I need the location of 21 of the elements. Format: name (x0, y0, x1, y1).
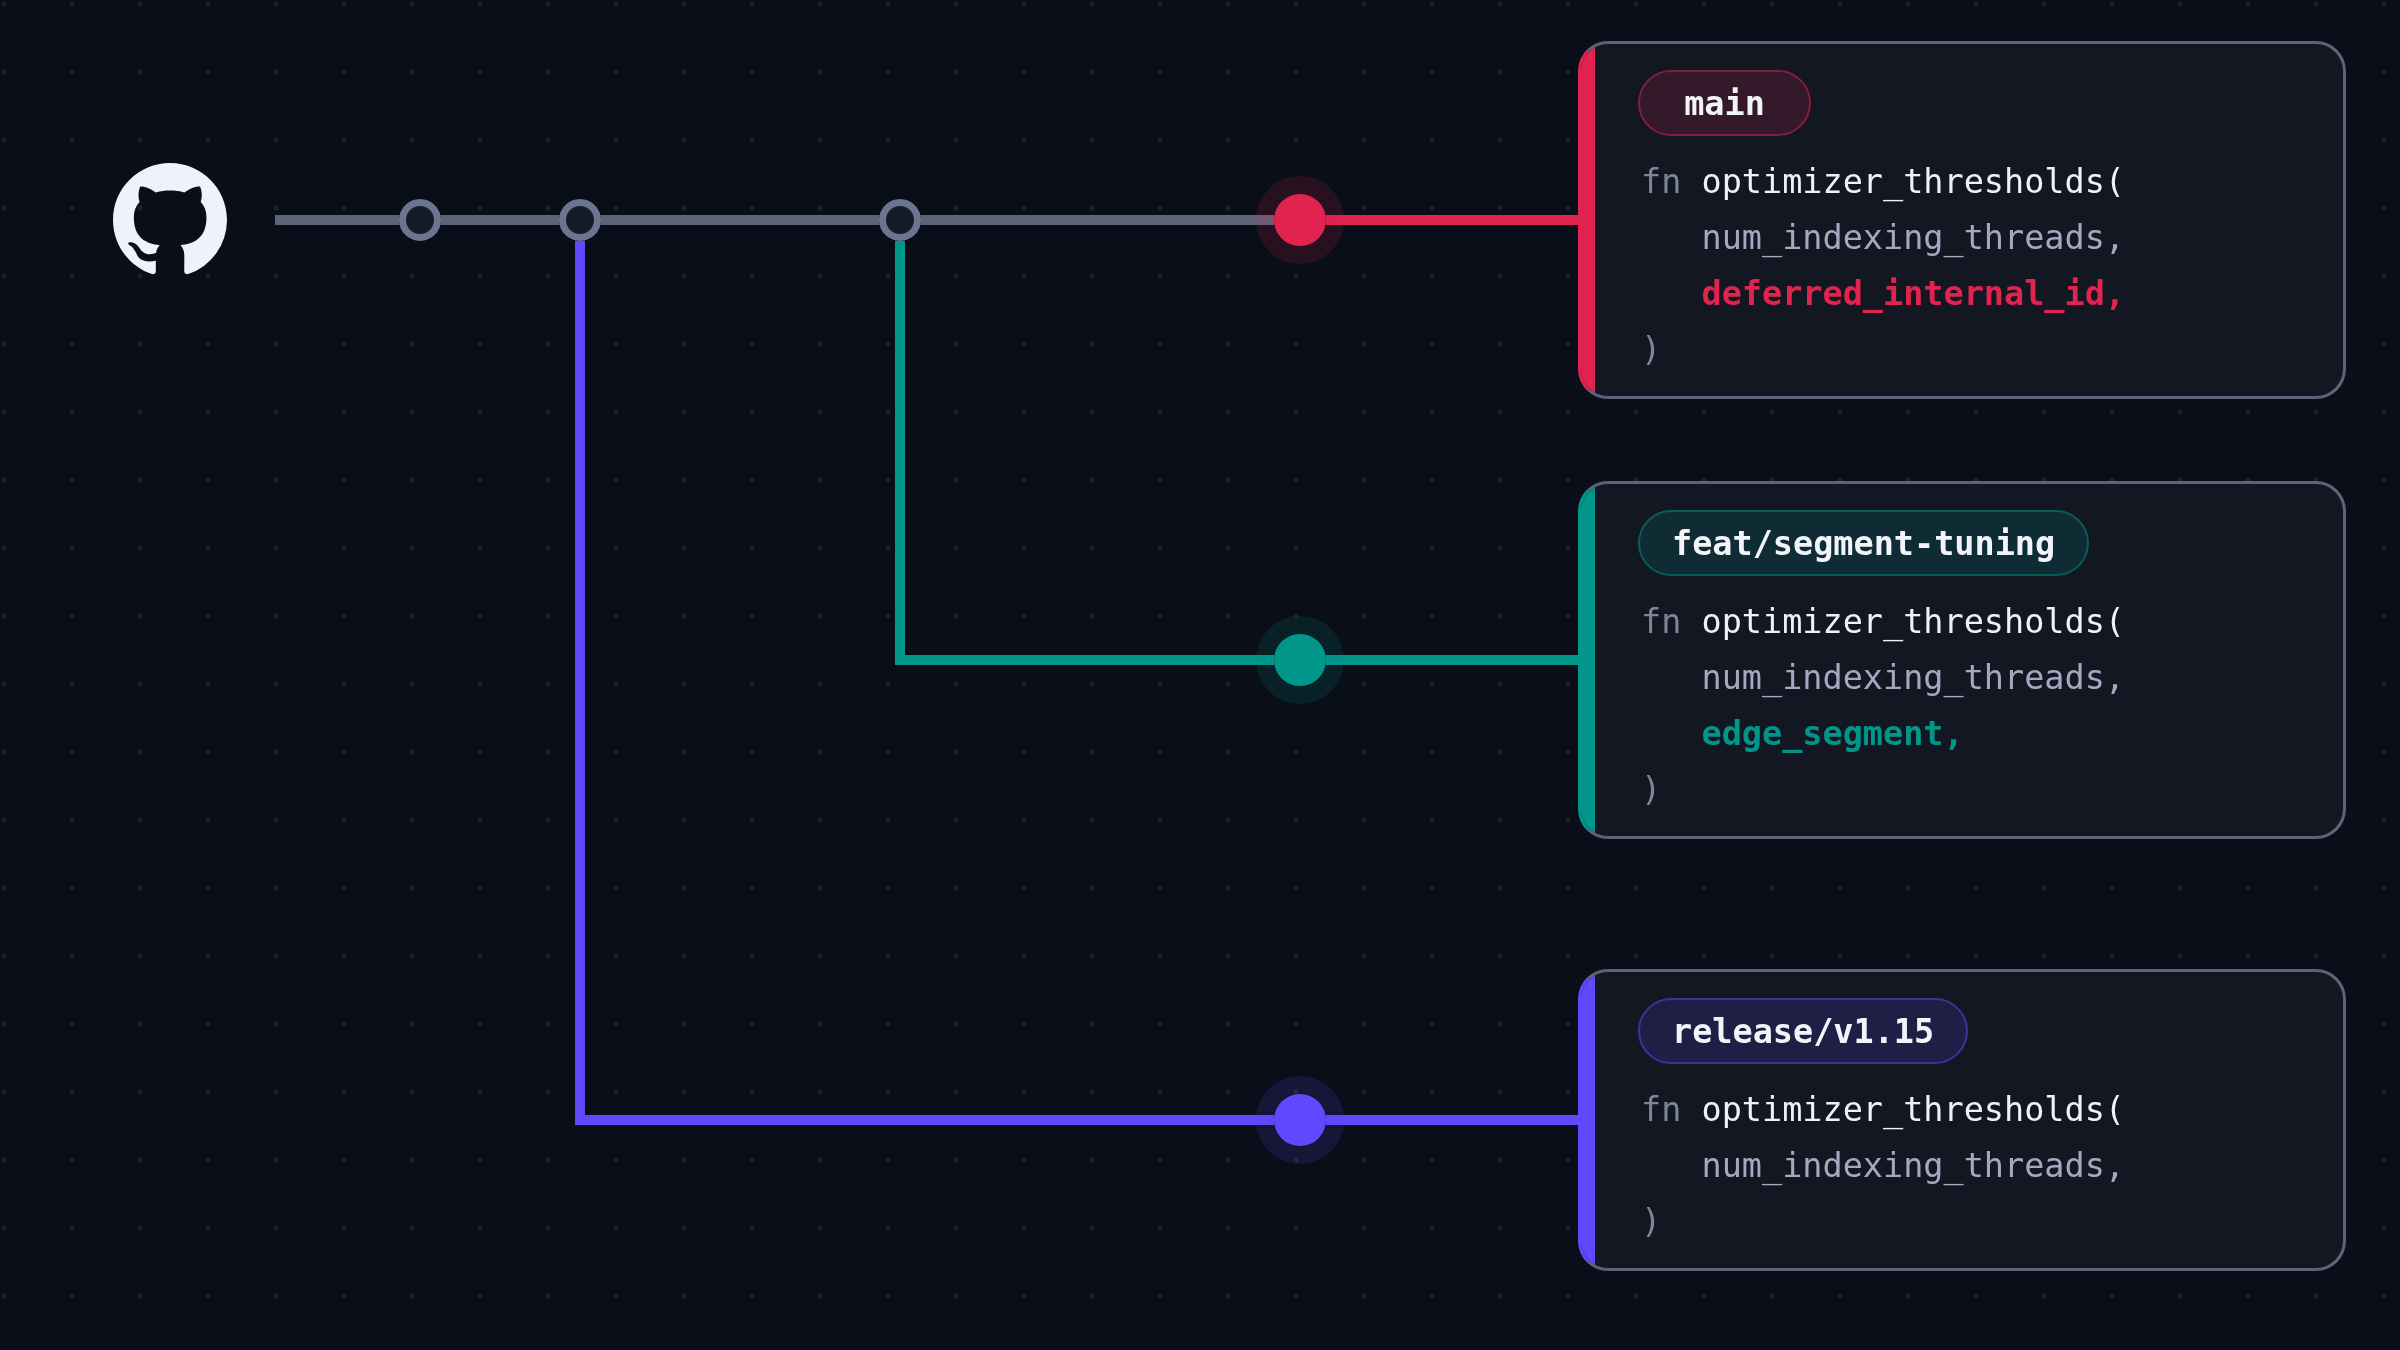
closing-paren: ) (1641, 1201, 1662, 1243)
code-param: deferred_internal_id, (1701, 273, 2126, 315)
code-param: num_indexing_threads, (1701, 657, 2126, 700)
commit-node (559, 199, 601, 241)
code-keyword: fn (1641, 161, 1682, 203)
closing-paren: ) (1641, 329, 1662, 371)
code-param: num_indexing_threads, (1701, 1145, 2126, 1188)
code-keyword: fn (1641, 601, 1682, 643)
code-param: num_indexing_threads, (1701, 217, 2126, 260)
branch-tag: main (1638, 70, 1811, 136)
cat-logo-icon (113, 163, 227, 275)
code-param: edge_segment, (1701, 713, 1964, 755)
branch-tag: release/v1.15 (1638, 998, 1969, 1064)
function-name: optimizer_thresholds( (1701, 601, 2126, 644)
code-keyword: fn (1641, 1089, 1682, 1131)
function-name: optimizer_thresholds( (1701, 161, 2126, 204)
branch-tag: feat/segment-tuning (1638, 510, 2090, 576)
commit-node (399, 199, 441, 241)
closing-paren: ) (1641, 769, 1662, 811)
function-name: optimizer_thresholds( (1701, 1089, 2126, 1132)
commit-node (879, 199, 921, 241)
